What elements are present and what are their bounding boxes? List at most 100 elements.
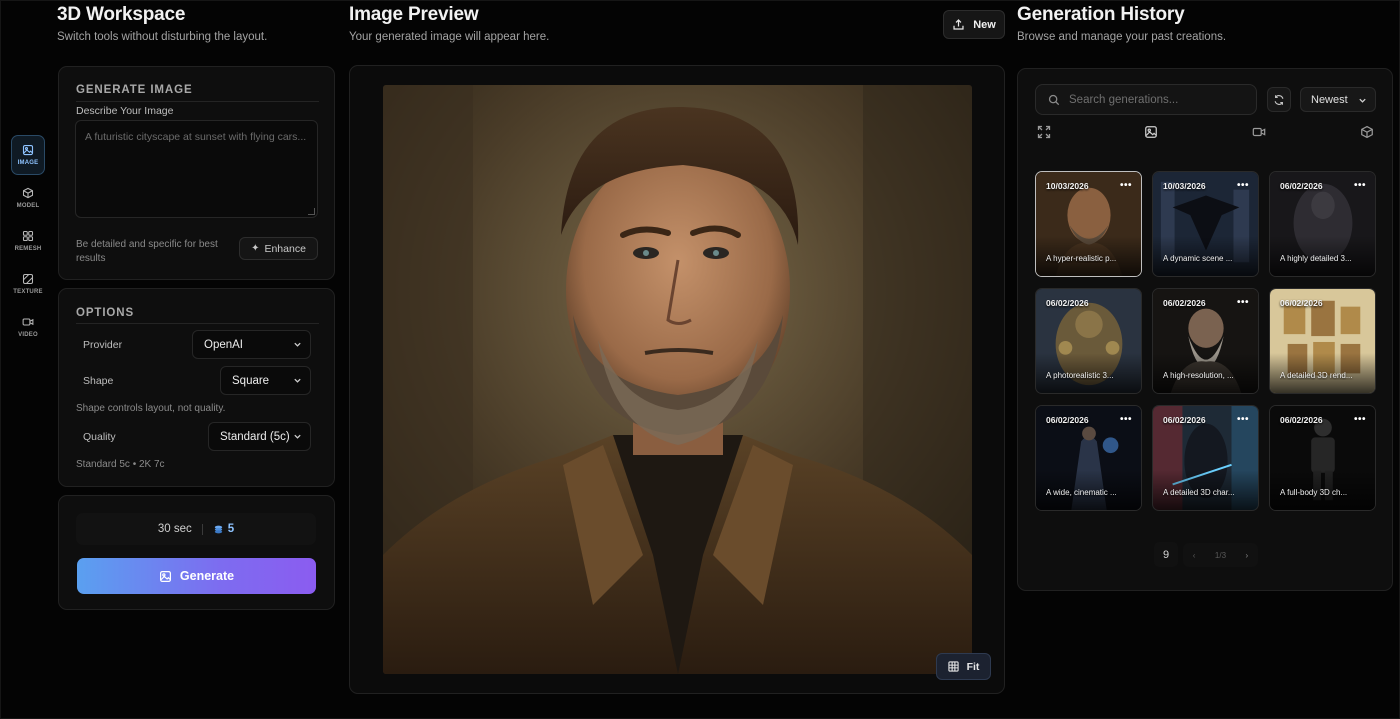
shape-note: Shape controls layout, not quality. xyxy=(76,403,226,414)
cube-icon[interactable] xyxy=(1360,125,1374,139)
history-item[interactable]: 06/02/2026 A detailed 3D rend... xyxy=(1269,288,1376,394)
history-item[interactable]: 10/03/2026 ••• A hyper-realistic p... xyxy=(1035,171,1142,277)
quality-select[interactable]: Standard (5c) xyxy=(208,422,311,451)
rail-item-image[interactable]: IMAGE xyxy=(11,135,45,175)
texture-icon xyxy=(22,273,34,285)
preview-card: Fit xyxy=(349,65,1005,694)
divider xyxy=(201,523,203,535)
more-icon[interactable]: ••• xyxy=(1237,180,1249,191)
history-item[interactable]: 06/02/2026 ••• A detailed 3D char... xyxy=(1152,405,1259,511)
item-caption: A high-resolution, ... xyxy=(1163,371,1234,380)
generate-heading: GENERATE IMAGE xyxy=(76,84,193,96)
preview-subtitle: Your generated image will appear here. xyxy=(349,31,550,43)
search-input[interactable]: Search generations... xyxy=(1035,84,1257,115)
more-icon[interactable]: ••• xyxy=(1120,414,1132,425)
sort-value: Newest xyxy=(1311,93,1348,106)
item-date: 06/02/2026 xyxy=(1280,181,1323,191)
provider-label: Provider xyxy=(83,339,123,351)
preview-image xyxy=(383,85,972,674)
history-item[interactable]: 06/02/2026 A photorealistic 3... xyxy=(1035,288,1142,394)
quality-label: Quality xyxy=(83,431,116,443)
enhance-button[interactable]: ✦ Enhance xyxy=(239,237,318,260)
search-icon xyxy=(1048,94,1060,105)
cube-icon xyxy=(22,187,34,199)
sparkle-icon: ✦ xyxy=(251,243,260,254)
preview-title: Image Preview xyxy=(349,4,479,25)
rail-item-model[interactable]: MODEL xyxy=(11,178,45,218)
rail-item-texture[interactable]: TEXTURE xyxy=(11,264,45,304)
more-icon[interactable]: ••• xyxy=(1237,297,1249,308)
chevron-down-icon xyxy=(294,434,301,439)
item-date: 06/02/2026 xyxy=(1046,298,1089,308)
fit-button[interactable]: Fit xyxy=(936,653,991,680)
quality-value: Standard (5c) xyxy=(220,430,290,443)
grid-icon xyxy=(947,661,959,672)
rail-item-label: REMESH xyxy=(14,246,42,252)
tool-rail: IMAGE MODEL REMESH TEXTURE VIDEO xyxy=(11,135,47,350)
more-icon[interactable]: ••• xyxy=(1354,414,1366,425)
time-estimate: 30 sec xyxy=(157,523,192,535)
image-icon[interactable] xyxy=(1144,125,1158,139)
new-button[interactable]: New xyxy=(943,10,1005,39)
rail-item-label: VIDEO xyxy=(18,332,38,338)
more-icon[interactable]: ••• xyxy=(1354,180,1366,191)
item-caption: A dynamic scene ... xyxy=(1163,254,1233,263)
item-caption: A detailed 3D rend... xyxy=(1280,371,1353,380)
fit-label: Fit xyxy=(966,660,980,673)
history-item[interactable]: 06/02/2026 ••• A full-body 3D ch... xyxy=(1269,405,1376,511)
item-caption: A detailed 3D char... xyxy=(1163,488,1235,497)
options-heading: OPTIONS xyxy=(76,307,135,319)
sort-select[interactable]: Newest xyxy=(1300,87,1376,112)
page-indicator: 1/3 xyxy=(1214,550,1227,560)
provider-select[interactable]: OpenAI xyxy=(192,330,311,359)
history-card: Search generations... Newest 10/03/2026 … xyxy=(1017,68,1393,591)
run-card: 30 sec 5 Generate xyxy=(58,495,335,610)
chevron-right-icon[interactable]: › xyxy=(1246,551,1249,560)
item-date: 06/02/2026 xyxy=(1163,415,1206,425)
resize-handle[interactable] xyxy=(308,208,315,215)
video-icon[interactable] xyxy=(1252,125,1266,139)
prompt-hint: Be detailed and specific for best result… xyxy=(76,239,218,264)
history-item[interactable]: 06/02/2026 ••• A highly detailed 3... xyxy=(1269,171,1376,277)
chevron-left-icon[interactable]: ‹ xyxy=(1193,551,1196,560)
provider-value: OpenAI xyxy=(204,338,243,351)
item-caption: A hyper-realistic p... xyxy=(1046,254,1117,263)
shape-select[interactable]: Square xyxy=(220,366,311,395)
page-size-select[interactable]: 9 xyxy=(1154,542,1178,567)
shape-label: Shape xyxy=(83,375,114,387)
item-caption: A highly detailed 3... xyxy=(1280,254,1352,263)
cost-summary: 30 sec 5 xyxy=(76,513,316,545)
refresh-button[interactable] xyxy=(1267,87,1291,112)
generate-card: GENERATE IMAGE Describe Your Image A fut… xyxy=(58,66,335,280)
history-item[interactable]: 06/02/2026 ••• A high-resolution, ... xyxy=(1152,288,1259,394)
item-caption: A full-body 3D ch... xyxy=(1280,488,1348,497)
divider xyxy=(76,101,319,102)
more-icon[interactable]: ••• xyxy=(1120,180,1132,191)
history-title: Generation History xyxy=(1017,4,1185,25)
item-date: 06/02/2026 xyxy=(1280,415,1323,425)
image-icon xyxy=(22,144,34,156)
generate-button[interactable]: Generate xyxy=(77,558,316,594)
grid-icon xyxy=(22,230,34,242)
more-icon[interactable]: ••• xyxy=(1237,414,1249,425)
image-icon xyxy=(159,570,171,582)
chevron-down-icon xyxy=(294,378,301,383)
divider xyxy=(76,323,319,324)
shape-value: Square xyxy=(232,374,270,387)
item-caption: A wide, cinematic ... xyxy=(1046,488,1117,497)
prompt-input[interactable]: A futuristic cityscape at sunset with fl… xyxy=(75,120,318,218)
new-label: New xyxy=(973,18,996,31)
pagination: ‹ 1/3 › xyxy=(1183,543,1258,567)
history-item[interactable]: 10/03/2026 ••• A dynamic scene ... xyxy=(1152,171,1259,277)
rail-item-video[interactable]: VIDEO xyxy=(11,307,45,347)
history-item[interactable]: 06/02/2026 ••• A wide, cinematic ... xyxy=(1035,405,1142,511)
rail-item-label: MODEL xyxy=(16,203,40,209)
chevron-down-icon xyxy=(1359,98,1366,103)
item-date: 10/03/2026 xyxy=(1046,181,1089,191)
rail-item-remesh[interactable]: REMESH xyxy=(11,221,45,261)
enhance-label: Enhance xyxy=(264,242,306,255)
expand-icon[interactable] xyxy=(1037,125,1051,139)
history-subtitle: Browse and manage your past creations. xyxy=(1017,31,1227,43)
item-date: 06/02/2026 xyxy=(1046,415,1089,425)
prompt-label: Describe Your Image xyxy=(76,105,174,117)
